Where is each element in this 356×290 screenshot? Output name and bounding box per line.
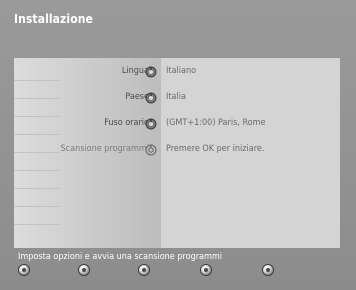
color-button-2[interactable] xyxy=(79,265,89,275)
scan-dial-icon xyxy=(145,144,157,156)
settings-panel: Lingua Italiano Paese Italia Fuso orario xyxy=(14,58,340,248)
color-button-3[interactable] xyxy=(139,265,149,275)
setting-value: Italia xyxy=(166,92,186,102)
setting-row-paese[interactable]: Paese Italia xyxy=(14,89,340,107)
setting-label: Fuso orario xyxy=(104,118,149,128)
color-button-5[interactable] xyxy=(263,265,273,275)
setting-value: (GMT+1:00) Paris, Rome xyxy=(166,118,266,128)
dial-icon xyxy=(145,92,157,104)
color-button-1[interactable] xyxy=(19,265,29,275)
setting-row-fuso-orario[interactable]: Fuso orario (GMT+1:00) Paris, Rome xyxy=(14,115,340,133)
divider xyxy=(14,134,60,135)
setting-value: Italiano xyxy=(166,66,197,76)
help-text: Imposta opzioni e avvia una scansione pr… xyxy=(18,252,223,262)
setting-value: Premere OK per iniziare. xyxy=(166,144,265,154)
divider xyxy=(14,224,60,225)
divider xyxy=(14,206,60,207)
color-button-4[interactable] xyxy=(201,265,211,275)
divider xyxy=(14,188,60,189)
setting-label: Scansione programmi xyxy=(60,144,149,154)
installation-screen: Installazione Lingua Italiano Paese Ital… xyxy=(0,0,356,290)
dial-icon xyxy=(145,66,157,78)
setting-row-lingua[interactable]: Lingua Italiano xyxy=(14,63,340,81)
setting-row-scansione-programmi[interactable]: Scansione programmi Premere OK per inizi… xyxy=(14,141,340,159)
divider xyxy=(14,170,60,171)
page-title: Installazione xyxy=(14,12,93,26)
dial-icon xyxy=(145,118,157,130)
